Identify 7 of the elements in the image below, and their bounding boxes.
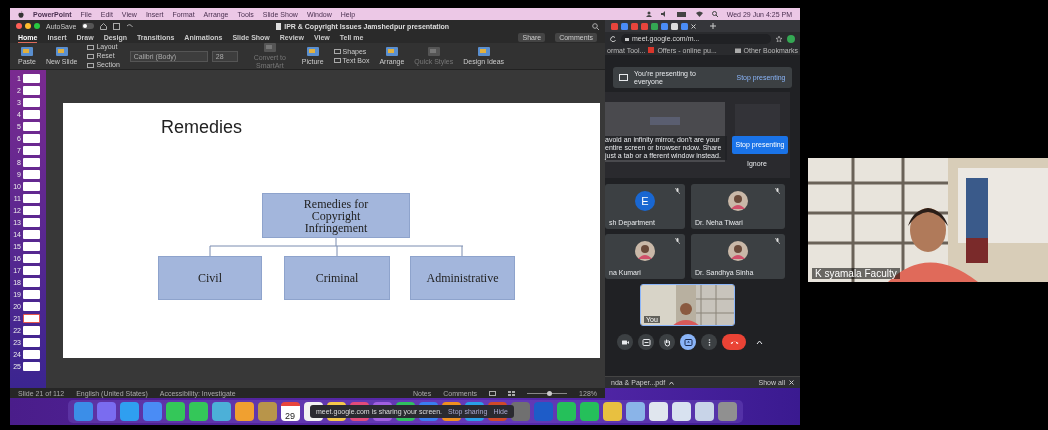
chart-node: Civil [158, 256, 262, 300]
chart-node: Remedies for Copyright Infringement [262, 193, 410, 238]
participant-name: K syamala Faculty [812, 268, 900, 279]
slide-title: Remedies [161, 117, 243, 138]
avatar: E [635, 191, 655, 211]
chart-node: Administrative [410, 256, 515, 300]
chart-node: Criminal [284, 256, 390, 300]
